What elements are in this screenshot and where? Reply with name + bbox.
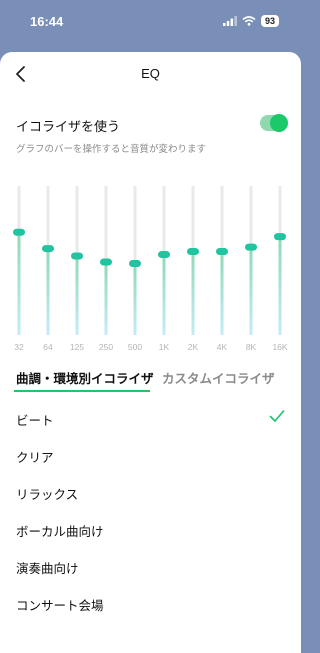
eq-band-frequency-label: 4K bbox=[217, 342, 228, 352]
eq-band-level bbox=[17, 232, 21, 335]
eq-band-knob[interactable] bbox=[71, 252, 83, 260]
list-item[interactable]: コンサート会場 bbox=[0, 585, 301, 622]
equalizer-toggle-label: イコライザを使う bbox=[16, 120, 121, 135]
eq-sheet: EQ イコライザを使う グラフのバーを操作すると音質が変わります 32 64 125… bbox=[0, 52, 301, 653]
eq-band-knob[interactable] bbox=[216, 248, 228, 256]
eq-band-frequency-label: 8K bbox=[246, 342, 257, 352]
preset-label: コンサート会場 bbox=[16, 598, 104, 613]
preset-label: リラックス bbox=[16, 487, 79, 502]
status-bar: 16:44 93 bbox=[0, 0, 301, 44]
list-item[interactable]: 演奏曲向け bbox=[0, 548, 301, 585]
status-time: 16:44 bbox=[30, 14, 64, 29]
signal-icon bbox=[222, 16, 237, 26]
eq-band-frequency-label: 32 bbox=[14, 342, 24, 352]
eq-band-knob[interactable] bbox=[187, 248, 199, 256]
battery-icon: 93 bbox=[260, 15, 279, 27]
eq-band-frequency-label: 125 bbox=[70, 342, 84, 352]
active-tab-indicator bbox=[14, 390, 150, 392]
eq-band-knob[interactable] bbox=[274, 233, 286, 241]
eq-band-frequency-label: 2K bbox=[188, 342, 199, 352]
preset-label: 演奏曲向け bbox=[16, 561, 79, 576]
eq-band-knob[interactable] bbox=[129, 259, 141, 267]
preset-tabs: 曲調・環境別イコライザ カスタムイコライザ bbox=[0, 362, 301, 392]
eq-band-level bbox=[133, 263, 137, 335]
eq-band-knob[interactable] bbox=[42, 245, 54, 253]
preset-label: ビート bbox=[16, 413, 54, 428]
equalizer-toggle[interactable] bbox=[260, 114, 288, 132]
eq-band-frequency-label: 1K bbox=[159, 342, 170, 352]
eq-band-level bbox=[191, 251, 195, 335]
eq-band-level bbox=[46, 248, 50, 335]
header: EQ bbox=[0, 52, 301, 96]
eq-band-level bbox=[278, 236, 282, 335]
tab-custom-equalizer[interactable]: カスタムイコライザ bbox=[162, 368, 275, 387]
tab-preset-by-mood[interactable]: 曲調・環境別イコライザ bbox=[16, 368, 154, 387]
preset-label: クリア bbox=[16, 450, 54, 465]
wifi-icon bbox=[242, 16, 256, 26]
eq-band-level bbox=[162, 254, 166, 335]
eq-band-level bbox=[220, 251, 224, 335]
checkmark-icon bbox=[269, 410, 285, 422]
eq-band-knob[interactable] bbox=[245, 243, 257, 251]
status-icons: 93 bbox=[222, 15, 279, 27]
eq-band-level bbox=[249, 247, 253, 335]
eq-band-level bbox=[75, 256, 79, 335]
eq-band-knob[interactable] bbox=[13, 228, 25, 236]
list-item[interactable]: ビート bbox=[0, 400, 301, 437]
eq-band-knob[interactable] bbox=[158, 251, 170, 259]
list-item[interactable]: ボーカル曲向け bbox=[0, 511, 301, 548]
eq-band-frequency-label: 16K bbox=[272, 342, 287, 352]
list-item[interactable]: クリア bbox=[0, 437, 301, 474]
equalizer-description: グラフのバーを操作すると音質が変わります bbox=[16, 144, 207, 155]
eq-band-knob[interactable] bbox=[100, 258, 112, 266]
preset-label: ボーカル曲向け bbox=[16, 524, 104, 539]
eq-band-frequency-label: 250 bbox=[99, 342, 113, 352]
preset-list: ビート クリア リラックス ボーカル曲向け 演奏曲向け コンサート会場 bbox=[0, 400, 301, 622]
eq-band-level bbox=[104, 261, 108, 335]
eq-band-frequency-label: 64 bbox=[43, 342, 53, 352]
page-title: EQ bbox=[141, 66, 160, 81]
equalizer-toggle-row: イコライザを使う bbox=[16, 114, 288, 136]
toggle-knob bbox=[270, 114, 288, 132]
list-item[interactable]: リラックス bbox=[0, 474, 301, 511]
equalizer-graph: 32 64 125 250 500 1K 2K 4K 8K 16K bbox=[13, 186, 288, 352]
eq-band-frequency-label: 500 bbox=[128, 342, 142, 352]
